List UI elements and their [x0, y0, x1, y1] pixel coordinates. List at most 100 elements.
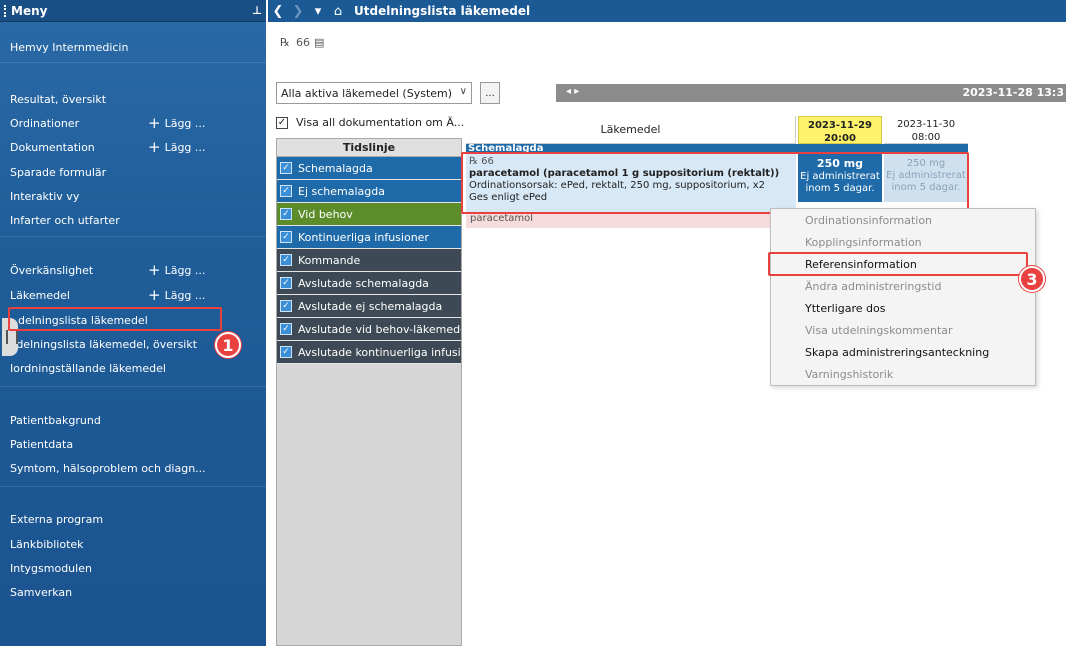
menu-item-andra-administreringstid[interactable]: Ändra administreringstid: [805, 277, 941, 297]
context-menu: Ordinationsinformation Kopplingsinformat…: [770, 208, 1036, 386]
timeline-row-schemalagda[interactable]: ✓ Schemalagda: [277, 157, 461, 180]
sidebar-item-samverkan[interactable]: Samverkan: [10, 582, 72, 602]
show-all-documentation-checkbox[interactable]: ✓ Visa all dokumentation om Ä...: [276, 116, 464, 129]
add-label: Lägg ...: [164, 288, 206, 302]
checkbox-checked-icon[interactable]: ✓: [280, 300, 292, 312]
plus-icon: +: [148, 137, 161, 156]
sidebar-item-sparade-formular[interactable]: Sparade formulär: [10, 162, 106, 182]
menu-item-varningshistorik[interactable]: Varningshistorik: [805, 365, 893, 385]
timeline-row-avslutade-ej-schemalagda[interactable]: ✓ Avslutade ej schemalagda: [277, 295, 461, 318]
timeline-row-avslutade-vid-behov[interactable]: ✓ Avslutade vid behov-läkemede: [277, 318, 461, 341]
sidebar-title: Meny: [11, 3, 48, 18]
timeline-label: Vid behov: [298, 207, 353, 221]
checkbox-checked-icon[interactable]: ✓: [276, 116, 288, 129]
pin-icon[interactable]: ⊥: [252, 4, 262, 17]
medication-row-2[interactable]: paracetamol: [466, 212, 796, 228]
checkbox-checked-icon[interactable]: ✓: [280, 254, 292, 266]
column-header-lakemedel: Läkemedel: [466, 116, 796, 144]
add-label: Lägg ...: [164, 116, 206, 130]
sidebar-item-dokumentation[interactable]: Dokumentation: [10, 137, 95, 157]
divider: [0, 62, 266, 63]
add-dokumentation-button[interactable]: + Lägg ...: [148, 137, 205, 157]
timeline-label: Avslutade kontinuerliga infusio: [298, 345, 461, 359]
checkbox-checked-icon[interactable]: ✓: [280, 231, 292, 243]
sidebar-item-patientbakgrund[interactable]: Patientbakgrund: [10, 410, 101, 430]
highlight-box-referensinformation: [768, 252, 1028, 276]
checkbox-checked-icon[interactable]: ✓: [280, 346, 292, 358]
checkbox-label: Visa all dokumentation om Ä...: [296, 116, 465, 129]
timeline-header: Tidslinje: [277, 139, 461, 157]
chevron-down-icon: ∨: [459, 86, 467, 97]
divider: [0, 486, 266, 487]
timeline-label: Ej schemalagda: [298, 184, 385, 198]
sidebar-item-externa-program[interactable]: Externa program: [10, 509, 103, 529]
column-time: 08:00: [911, 132, 941, 143]
timeline-label: Avslutade ej schemalagda: [298, 299, 443, 313]
filter-select[interactable]: Alla aktiva läkemedel (System) ∨: [276, 82, 472, 104]
timeline-label: Kontinuerliga infusioner: [298, 230, 429, 244]
checkbox-checked-icon[interactable]: ✓: [280, 185, 292, 197]
timeline-row-ej-schemalagda[interactable]: ✓ Ej schemalagda: [277, 180, 461, 203]
sidebar-header: Meny ⊥: [0, 0, 266, 22]
timeline-label: Kommande: [298, 253, 361, 267]
sidebar-item-patientdata[interactable]: Patientdata: [10, 434, 73, 454]
plus-icon: +: [148, 285, 161, 304]
dropdown-icon[interactable]: ▾: [308, 4, 328, 19]
menu-item-ytterligare-dos[interactable]: Ytterligare dos: [805, 299, 885, 319]
home-icon[interactable]: ⌂: [328, 4, 348, 19]
checkbox-checked-icon[interactable]: ✓: [280, 162, 292, 174]
checkbox-checked-icon[interactable]: ✓: [280, 323, 292, 335]
column-header-date-2[interactable]: 2023-11-30 08:00: [884, 116, 968, 144]
timeline-row-avslutade-schemalagda[interactable]: ✓ Avslutade schemalagda: [277, 272, 461, 295]
sidebar-item-iordningstallande[interactable]: Iordningställande läkemedel: [10, 358, 166, 378]
more-button[interactable]: ...: [480, 82, 500, 104]
timeline-panel: Tidslinje ✓ Schemalagda ✓ Ej schemalagda ✓…: [276, 138, 462, 646]
timeline-row-kommande[interactable]: ✓ Kommande: [277, 249, 461, 272]
column-header-date-1[interactable]: 2023-11-29 20:00: [798, 116, 882, 144]
back-icon[interactable]: ❮: [268, 4, 288, 19]
step-badge-1: 1: [215, 332, 241, 358]
column-date: 2023-11-29: [808, 120, 872, 131]
divider: [0, 236, 266, 237]
plus-icon: +: [148, 113, 161, 132]
add-lakemedel-button[interactable]: + Lägg ...: [148, 285, 205, 305]
sidebar-item-lakemedel[interactable]: Läkemedel: [10, 285, 70, 305]
sidebar-item-utdelningslista-oversikt[interactable]: tdelningslista läkemedel, översikt: [12, 334, 197, 354]
print-icon[interactable]: ▤: [314, 36, 324, 49]
forward-icon[interactable]: ❯: [288, 4, 308, 19]
add-overkanslighet-button[interactable]: + Lägg ...: [148, 260, 205, 280]
timeline-label: Avslutade schemalagda: [298, 276, 429, 290]
highlight-box-medication: [461, 152, 969, 214]
add-ordination-button[interactable]: + Lägg ...: [148, 113, 205, 133]
column-date: 2023-11-30: [896, 119, 956, 130]
menu-item-ordinationsinformation[interactable]: Ordinationsinformation: [805, 211, 932, 231]
sidebar-item-interaktiv-vy[interactable]: Interaktiv vy: [10, 186, 79, 206]
window-titlebar: ❮ ❯ ▾ ⌂ Utdelningslista läkemedel: [268, 0, 1066, 22]
sidebar-item-lankbibliotek[interactable]: Länkbibliotek: [10, 534, 84, 554]
timeline-row-avslutade-kontinuerliga[interactable]: ✓ Avslutade kontinuerliga infusio: [277, 341, 461, 364]
current-timestamp: 2023-11-28 13:3: [962, 86, 1064, 99]
timeline-label: Schemalagda: [298, 161, 373, 175]
time-arrows-icon[interactable]: ◂ ▸: [566, 86, 579, 97]
menu-item-kopplingsinformation[interactable]: Kopplingsinformation: [805, 233, 922, 253]
sidebar-item-intygsmodulen[interactable]: Intygsmodulen: [10, 558, 92, 578]
time-navigation-bar[interactable]: ◂ ▸ 2023-11-28 13:3: [556, 84, 1066, 102]
sidebar-item-ordinationer[interactable]: Ordinationer: [10, 113, 79, 133]
glasses-icon[interactable]: 66: [296, 36, 310, 49]
menu-item-visa-utdelningskommentar[interactable]: Visa utdelningskommentar: [805, 321, 953, 341]
divider: [0, 386, 266, 387]
timeline-row-kontinuerliga[interactable]: ✓ Kontinuerliga infusioner: [277, 226, 461, 249]
sidebar-item-overkanslighet[interactable]: Överkänslighet: [10, 260, 93, 280]
prescription-icon[interactable]: ℞: [280, 36, 290, 49]
timeline-row-vid-behov[interactable]: ✓ Vid behov: [277, 203, 461, 226]
sidebar-item-hemvy[interactable]: Hemvy Internmedicin: [10, 37, 128, 57]
filter-selected: Alla aktiva läkemedel (System): [281, 86, 453, 100]
sidebar-item-resultat[interactable]: Resultat, översikt: [10, 89, 106, 109]
menu-item-skapa-administreringsanteckning[interactable]: Skapa administreringsanteckning: [805, 343, 989, 363]
checkbox-checked-icon[interactable]: ✓: [280, 208, 292, 220]
sidebar-item-symtom[interactable]: Symtom, hälsoproblem och diagn...: [10, 458, 206, 478]
plus-icon: +: [148, 260, 161, 279]
sidebar-item-infarter[interactable]: Infarter och utfarter: [10, 210, 120, 230]
step-badge-3: 3: [1019, 266, 1045, 292]
checkbox-checked-icon[interactable]: ✓: [280, 277, 292, 289]
